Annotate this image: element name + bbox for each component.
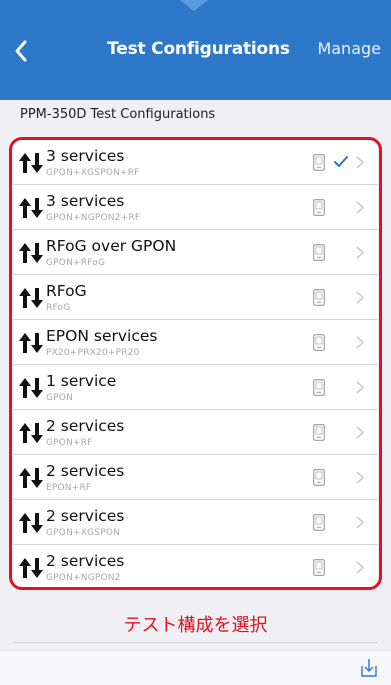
up-down-arrows-icon — [19, 423, 43, 443]
annotation-caption: テスト構成を選択 — [123, 615, 268, 636]
chevron-right-icon — [356, 291, 364, 304]
device-icon — [313, 154, 325, 171]
config-row[interactable]: RFoG over GPON GPON+RFoG — [13, 230, 378, 275]
config-row[interactable]: 2 services GPON+RF — [13, 410, 378, 455]
up-down-arrows-icon — [19, 153, 43, 173]
config-row[interactable]: 2 services EPON+RF — [13, 455, 378, 500]
device-icon — [313, 379, 325, 396]
chevron-right-icon — [356, 381, 364, 394]
config-subtitle: GPON+NGPON2+RF — [46, 213, 141, 223]
config-title: 2 services — [46, 507, 125, 525]
up-down-arrows-icon — [19, 288, 43, 308]
device-icon — [313, 469, 325, 486]
config-subtitle: GPON — [46, 393, 74, 403]
config-title: 1 service — [46, 372, 117, 390]
config-row[interactable]: RFoG RFoG — [13, 275, 378, 320]
device-icon — [313, 559, 325, 576]
config-title: 3 services — [46, 192, 125, 210]
up-down-arrows-icon — [19, 468, 43, 488]
device-icon — [313, 199, 325, 216]
device-icon — [313, 289, 325, 306]
export-icon — [361, 659, 377, 677]
config-row[interactable]: 3 services GPON+XGSPON+RF — [13, 140, 378, 185]
up-down-arrows-icon — [19, 243, 43, 263]
config-row[interactable]: 2 services GPON+NGPON2 — [13, 545, 378, 590]
device-icon — [313, 244, 325, 261]
config-row[interactable]: 3 services GPON+NGPON2+RF — [13, 185, 378, 230]
export-button[interactable] — [360, 658, 378, 678]
config-subtitle: RFoG — [46, 303, 71, 313]
chevron-right-icon — [356, 336, 364, 349]
chevron-right-icon — [356, 561, 364, 574]
config-row[interactable]: 2 services GPON+XGSPON — [13, 500, 378, 545]
device-icon — [313, 334, 325, 351]
config-title: RFoG — [46, 282, 87, 300]
config-subtitle: PX20+PRX20+PR20 — [46, 348, 140, 358]
up-down-arrows-icon — [19, 198, 43, 218]
config-subtitle: GPON+NGPON2 — [46, 573, 121, 583]
divider — [14, 642, 377, 643]
config-title: RFoG over GPON — [46, 237, 177, 255]
config-title: 2 services — [46, 417, 125, 435]
chevron-right-icon — [356, 246, 364, 259]
config-subtitle: EPON+RF — [46, 483, 92, 493]
nav-bar: Test Configurations Manage — [0, 0, 391, 100]
dropdown-notch — [180, 0, 208, 11]
device-icon — [313, 424, 325, 441]
device-icon — [313, 514, 325, 531]
config-title: 2 services — [46, 462, 125, 480]
config-title: 2 services — [46, 552, 125, 570]
chevron-right-icon — [356, 516, 364, 529]
up-down-arrows-icon — [19, 513, 43, 533]
configuration-list: 3 services GPON+XGSPON+RF 3 services GPO… — [13, 140, 378, 590]
manage-button[interactable]: Manage — [317, 39, 381, 58]
chevron-right-icon — [356, 156, 364, 169]
config-subtitle: GPON+RF — [46, 438, 93, 448]
config-row[interactable]: EPON services PX20+PRX20+PR20 — [13, 320, 378, 365]
up-down-arrows-icon — [19, 333, 43, 353]
config-row[interactable]: 1 service GPON — [13, 365, 378, 410]
config-subtitle: GPON+XGSPON — [46, 528, 121, 538]
bottom-toolbar — [0, 650, 391, 685]
config-title: 3 services — [46, 147, 125, 165]
checkmark-icon — [334, 156, 348, 167]
chevron-right-icon — [356, 201, 364, 214]
chevron-right-icon — [356, 426, 364, 439]
section-header: PPM-350D Test Configurations — [20, 107, 216, 122]
up-down-arrows-icon — [19, 558, 43, 578]
config-subtitle: GPON+RFoG — [46, 258, 106, 268]
config-title: EPON services — [46, 327, 158, 345]
config-subtitle: GPON+XGSPON+RF — [46, 168, 140, 178]
up-down-arrows-icon — [19, 378, 43, 398]
chevron-right-icon — [356, 471, 364, 484]
